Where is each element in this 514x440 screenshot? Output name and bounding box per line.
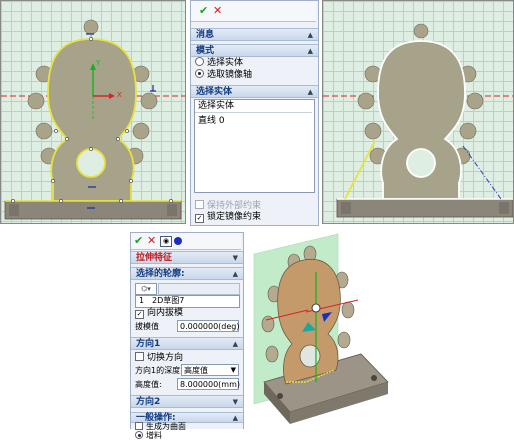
dropdown-arrow-icon: ▼ <box>230 366 236 374</box>
chevron-up-icon: ▲ <box>232 270 238 278</box>
chevron-up-icon: ▲ <box>232 414 238 422</box>
generate-surface-checkbox[interactable]: 生成为曲面 <box>135 422 186 431</box>
panel-toolbar: ✔ ✕ ◉ <box>131 233 241 250</box>
profile-list[interactable]: 1 2D草图7 <box>135 295 240 308</box>
mirror-property-panel: ✔ ✕ 消息 ▲ 模式 ▲ 选择实体 选取镜像轴 选择实体 ▲ 选择实体 直线 … <box>190 0 319 226</box>
mode-option-pick-axis[interactable]: 选取镜像轴 <box>195 69 252 81</box>
radio-icon <box>135 431 143 439</box>
toggle-direction-checkbox[interactable]: 切换方向 <box>135 352 183 364</box>
mirror-result-canvas <box>323 23 513 218</box>
chevron-up-icon: ▲ <box>307 47 313 55</box>
depth-type-value: 高度值 <box>184 366 208 375</box>
checkbox-label: 锁定镜像约束 <box>207 212 262 222</box>
list-item[interactable]: 直线 0 <box>198 116 225 127</box>
entity-list-header: 选择实体 <box>195 100 312 113</box>
profile-picker-field[interactable] <box>158 283 240 295</box>
cancel-button[interactable]: ✕ <box>213 5 222 17</box>
profile-index: 1 <box>139 296 145 305</box>
mode-section-header[interactable]: 模式 ▲ <box>191 44 318 57</box>
sketch-viewport-left[interactable]: Y X <box>0 0 186 224</box>
checkbox-icon: ✓ <box>135 310 144 319</box>
chevron-down-icon: ▼ <box>232 254 238 262</box>
lock-mirror-constraint-checkbox[interactable]: ✓ 锁定镜像约束 <box>195 212 261 223</box>
draft-value-label: 拔模值 <box>135 322 159 331</box>
mode-option-label: 选择实体 <box>207 58 244 68</box>
mode-option-select-entity[interactable]: 选择实体 <box>195 57 243 69</box>
checkbox-label: 向内拔模 <box>147 308 184 318</box>
radio-icon <box>195 57 204 66</box>
chevron-up-icon: ▲ <box>307 88 313 96</box>
checkbox-label: 切换方向 <box>147 353 184 363</box>
sketch-canvas <box>1 19 185 220</box>
mode-section-label: 模式 <box>196 46 215 56</box>
add-material-radio[interactable]: 增料 <box>135 431 162 440</box>
preview-eye-icon[interactable]: ◉ <box>160 236 172 247</box>
height-value-field[interactable]: 8.000000(mm) <box>177 378 240 390</box>
sketch-viewport-right[interactable] <box>322 0 514 224</box>
confirm-button[interactable]: ✔ <box>134 235 143 247</box>
checkbox-label: 生成为曲面 <box>146 422 186 431</box>
extrude-title: 拉伸特征 <box>136 253 173 263</box>
messages-section-header[interactable]: 消息 ▲ <box>191 28 318 41</box>
messages-section-label: 消息 <box>196 30 215 40</box>
direction2-section-label: 方向2 <box>136 397 161 407</box>
draft-value-field[interactable]: 0.000000(deg) <box>177 320 240 332</box>
chevron-up-icon: ▲ <box>232 340 238 348</box>
chevron-up-icon: ▲ <box>307 31 313 39</box>
keep-external-constraint-checkbox[interactable]: 保持外部约束 <box>195 200 261 212</box>
select-entity-section-label: 选择实体 <box>196 87 233 97</box>
checkbox-icon <box>135 422 143 430</box>
depth-type-select[interactable]: 高度值 ▼ <box>181 364 239 376</box>
checkbox-icon <box>195 200 204 209</box>
direction2-section-header[interactable]: 方向2 ▼ <box>131 395 243 408</box>
height-value-label: 高度值: <box>135 380 162 389</box>
extrude-feature-panel: ✔ ✕ ◉ 拉伸特征 ▼ 选择的轮廓: ▲ ⌬▾ 1 2D草图7 ✓ 向内拔模 拔… <box>130 232 244 440</box>
profile-picker-button[interactable]: ⌬▾ <box>135 283 157 295</box>
radio-icon <box>195 69 204 78</box>
radio-label: 增料 <box>146 431 162 440</box>
circle-icon[interactable] <box>174 237 182 245</box>
draft-inward-checkbox[interactable]: ✓ 向内拔模 <box>135 308 183 319</box>
direction1-section-label: 方向1 <box>136 339 161 349</box>
3d-model-canvas <box>253 233 389 424</box>
select-entity-section-header[interactable]: 选择实体 ▲ <box>191 85 318 98</box>
checkbox-icon <box>135 352 144 361</box>
chevron-down-icon: ▼ <box>232 398 238 406</box>
extrude-title-header[interactable]: 拉伸特征 ▼ <box>131 251 243 264</box>
profile-section-label: 选择的轮廓: <box>136 269 185 279</box>
depth-type-label: 方向1的深度 <box>135 366 181 375</box>
checkbox-icon: ✓ <box>195 214 204 223</box>
confirm-button[interactable]: ✔ <box>199 5 208 17</box>
profile-section-header[interactable]: 选择的轮廓: ▲ <box>131 267 243 280</box>
3d-viewport[interactable] <box>246 232 414 428</box>
y-axis-label: Y <box>96 59 101 67</box>
mode-option-label: 选取镜像轴 <box>207 70 253 80</box>
x-axis-label: X <box>117 91 122 99</box>
cancel-button[interactable]: ✕ <box>147 235 156 247</box>
direction1-section-header[interactable]: 方向1 ▲ <box>131 337 243 350</box>
panel-toolbar: ✔ ✕ <box>191 1 316 22</box>
list-item[interactable]: 2D草图7 <box>152 296 184 306</box>
entity-list[interactable]: 选择实体 直线 0 <box>194 99 315 193</box>
checkbox-label: 保持外部约束 <box>207 201 262 211</box>
